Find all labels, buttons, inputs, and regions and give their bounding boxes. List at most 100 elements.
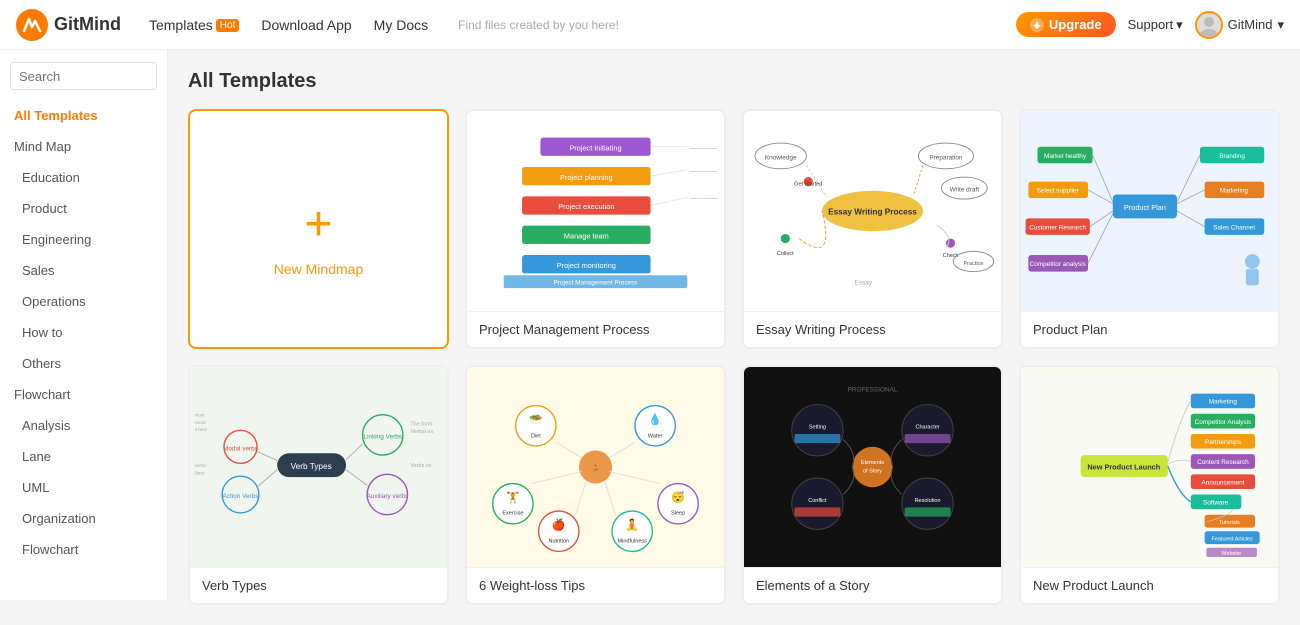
svg-text:Competitor analysis: Competitor analysis (1030, 261, 1086, 268)
sidebar-item-flowchart[interactable]: Flowchart (0, 379, 167, 410)
nav-templates[interactable]: TemplatesHot (141, 13, 247, 37)
template-name-weight: 6 Weight-loss Tips (467, 567, 724, 603)
svg-text:Exercise: Exercise (502, 511, 523, 517)
user-avatar-icon (1197, 13, 1221, 37)
sidebar-item-mindmap[interactable]: Mind Map (0, 131, 167, 162)
template-card-product[interactable]: Product Plan Market healthy Select suppl… (1019, 109, 1280, 349)
svg-text:Get Started: Get Started (794, 181, 822, 187)
svg-text:Write draft: Write draft (950, 187, 980, 194)
svg-text:The form: The form (410, 422, 432, 428)
logo[interactable]: GitMind (16, 9, 121, 41)
svg-text:——————: —————— (690, 168, 718, 173)
search-input[interactable] (19, 69, 168, 84)
svg-text:it best: it best (195, 427, 208, 432)
new-mindmap-card[interactable]: + New Mindmap (188, 109, 449, 349)
svg-text:Project planning: Project planning (560, 173, 613, 182)
svg-text:Project monitoring: Project monitoring (557, 261, 616, 270)
sidebar-item-others[interactable]: Others (0, 348, 167, 379)
sidebar-item-organization[interactable]: Organization (0, 503, 167, 534)
template-grid: + New Mindmap Project Initiating Project… (188, 109, 1280, 605)
nav-mydocs[interactable]: My Docs (366, 13, 436, 37)
svg-text:🏋️: 🏋️ (506, 491, 520, 504)
template-thumb-product: Product Plan Market healthy Select suppl… (1021, 111, 1278, 311)
svg-text:🥗: 🥗 (529, 414, 543, 426)
svg-text:Essay: Essay (855, 279, 873, 286)
svg-text:Project execution: Project execution (558, 202, 614, 211)
svg-text:Collect: Collect (777, 251, 794, 257)
svg-text:Linking Verbs: Linking Verbs (364, 434, 402, 441)
user-chevron-icon: ▾ (1277, 17, 1284, 33)
hot-badge: Hot (216, 19, 240, 32)
main: All Templates + New Mindmap Project Init… (168, 50, 1300, 625)
sidebar-item-flowchart2[interactable]: Flowchart (0, 534, 167, 565)
nav-download[interactable]: Download App (253, 13, 359, 37)
support-button[interactable]: Support ▾ (1128, 17, 1183, 33)
template-card-story[interactable]: Setting Character Conflict Resolution (742, 365, 1003, 605)
template-card-essay[interactable]: Essay Writing Process Knowledge Preparat… (742, 109, 1003, 349)
svg-text:Knowledge: Knowledge (765, 155, 797, 162)
sidebar-item-operations[interactable]: Operations (0, 286, 167, 317)
svg-text:PROFESSIONAL: PROFESSIONAL (848, 387, 898, 394)
sidebar-item-education[interactable]: Education (0, 162, 167, 193)
svg-text:Elements: Elements (861, 460, 884, 466)
svg-text:could: could (195, 420, 206, 425)
template-name-story: Elements of a Story (744, 567, 1001, 603)
template-thumb-essay: Essay Writing Process Knowledge Preparat… (744, 111, 1001, 311)
svg-text:💧: 💧 (648, 413, 662, 426)
svg-text:of Story: of Story (863, 469, 882, 475)
new-card-inner: + New Mindmap (190, 111, 447, 347)
logo-icon (16, 9, 48, 41)
svg-text:Mindfulness: Mindfulness (618, 538, 648, 544)
template-thumb-weight: 🏃 🥗 Diet 💧 Water 🏋️ Exercise 😴 Sle (467, 367, 724, 567)
upgrade-button[interactable]: Upgrade (1016, 12, 1116, 37)
upgrade-icon (1030, 18, 1044, 32)
nav-links: TemplatesHot Download App My Docs Find f… (141, 13, 1016, 37)
svg-text:Project Management Process: Project Management Process (553, 279, 637, 286)
sidebar-item-product[interactable]: Product (0, 193, 167, 224)
template-name-essay: Essay Writing Process (744, 311, 1001, 347)
find-files-hint: Find files created by you here! (458, 18, 619, 32)
svg-text:Sleep: Sleep (671, 511, 685, 517)
svg-text:Verbal ex: Verbal ex (410, 429, 433, 435)
template-card-launch[interactable]: New Product Launch Marketing Competitor … (1019, 365, 1280, 605)
layout: 🔍 All Templates Mind Map Education Produ… (0, 50, 1300, 625)
user-menu[interactable]: GitMind ▾ (1195, 11, 1284, 39)
svg-text:Nutrition: Nutrition (549, 538, 569, 544)
sidebar-item-lane[interactable]: Lane (0, 441, 167, 472)
svg-text:🍎: 🍎 (552, 517, 566, 531)
sidebar-item-uml[interactable]: UML (0, 472, 167, 503)
svg-text:Diet: Diet (531, 434, 541, 440)
sidebar-item-analysis[interactable]: Analysis (0, 410, 167, 441)
svg-text:Setting: Setting (809, 424, 826, 430)
svg-text:Preparation: Preparation (929, 155, 963, 162)
template-card-weight[interactable]: 🏃 🥗 Diet 💧 Water 🏋️ Exercise 😴 Sle (465, 365, 726, 605)
template-name-launch: New Product Launch (1021, 567, 1278, 603)
sidebar-item-engineering[interactable]: Engineering (0, 224, 167, 255)
template-thumb-verb: Verb Types Modal verbs Action Verbs Link… (190, 367, 447, 567)
search-box[interactable]: 🔍 (10, 62, 157, 90)
svg-text:Character: Character (915, 424, 939, 430)
svg-text:Featured Articles: Featured Articles (1211, 536, 1253, 542)
svg-text:Water: Water (648, 434, 663, 440)
svg-text:🏃: 🏃 (592, 465, 600, 473)
svg-text:Essay Writing Process: Essay Writing Process (828, 208, 917, 217)
svg-text:Competitor Analysis: Competitor Analysis (1195, 419, 1252, 426)
template-card-verb[interactable]: Verb Types Modal verbs Action Verbs Link… (188, 365, 449, 605)
page-title: All Templates (188, 70, 1280, 93)
svg-text:Website: Website (1221, 551, 1241, 557)
template-name-product: Product Plan (1021, 311, 1278, 347)
sidebar-item-all-templates[interactable]: All Templates (0, 100, 167, 131)
svg-text:Modal verbs: Modal verbs (223, 445, 258, 452)
new-mindmap-label: New Mindmap (274, 261, 363, 277)
template-thumb-launch: New Product Launch Marketing Competitor … (1021, 367, 1278, 567)
avatar (1195, 11, 1223, 39)
template-card-pm[interactable]: Project Initiating Project planning Proj… (465, 109, 726, 349)
svg-text:Announcement: Announcement (1201, 479, 1244, 486)
svg-text:Content Research: Content Research (1197, 459, 1249, 466)
sidebar-item-sales[interactable]: Sales (0, 255, 167, 286)
sidebar-item-howto[interactable]: How to (0, 317, 167, 348)
svg-text:Manage team: Manage team (564, 232, 609, 241)
svg-text:Tutorials: Tutorials (1219, 520, 1240, 526)
svg-text:Dare: Dare (195, 470, 205, 475)
svg-text:Conflict: Conflict (808, 498, 827, 504)
